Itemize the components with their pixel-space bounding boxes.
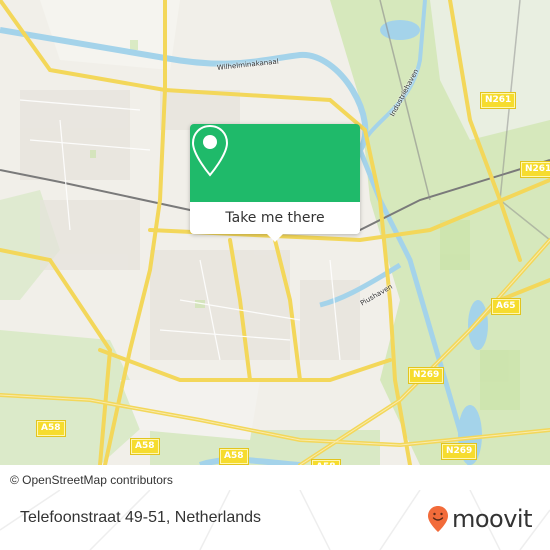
road-shield-a58: A58	[131, 439, 159, 454]
map-view[interactable]: N261 N261 A65 N269 N269 A58 A58 A58 A58 …	[0, 0, 550, 465]
road-shield-n269: N269	[442, 444, 477, 459]
take-me-there-button[interactable]: Take me there	[190, 202, 360, 234]
popup-tail	[267, 234, 283, 242]
moovit-pin-icon	[427, 506, 448, 532]
road-shield-a65: A65	[492, 299, 520, 314]
road-shield-a58: A58	[220, 449, 248, 464]
address-text: Telefoonstraat 49-51, Netherlands	[20, 509, 262, 526]
road-shield-n261: N261	[481, 93, 516, 108]
road-shield-n261: N261	[521, 162, 550, 177]
location-popup[interactable]: Take me there	[190, 124, 360, 242]
moovit-wordmark: moovit	[451, 505, 533, 533]
road-shield-n269: N269	[409, 368, 444, 383]
popup-header	[190, 124, 360, 202]
road-shield-a58: A58	[37, 421, 65, 436]
moovit-logo[interactable]: moovit	[427, 505, 533, 533]
road-shield-a58: A58	[312, 460, 340, 465]
map-attribution[interactable]: © OpenStreetMap contributors	[0, 470, 179, 490]
location-pin-icon	[191, 124, 229, 177]
footer: Telefoonstraat 49-51, Netherlands moovit	[0, 490, 550, 550]
